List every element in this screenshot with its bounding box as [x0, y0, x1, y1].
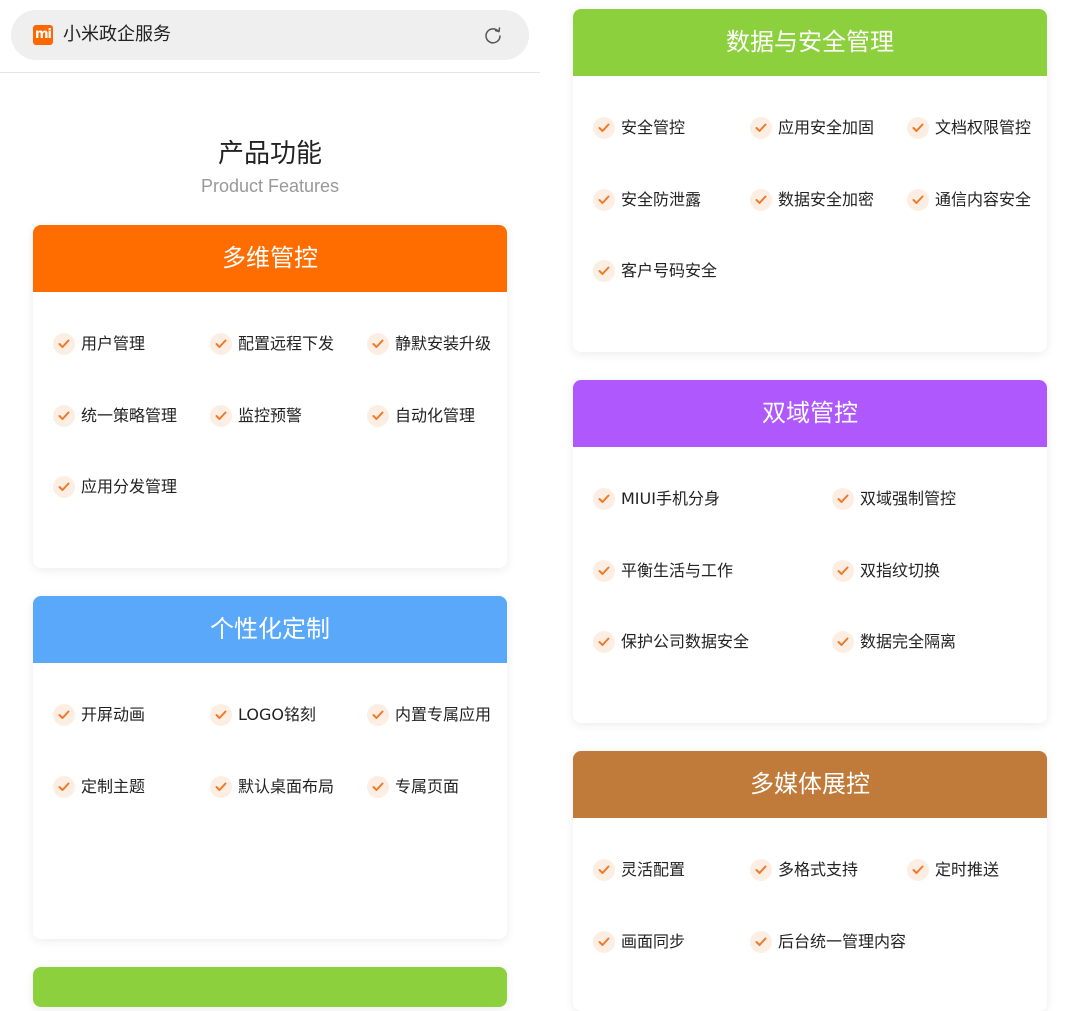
- feature-label: 后台统一管理内容: [778, 931, 907, 951]
- checkmark-icon: [210, 704, 232, 726]
- checkmark-icon: [750, 859, 772, 881]
- checkmark-icon: [53, 775, 75, 798]
- reload-icon[interactable]: [483, 25, 503, 45]
- checkmark-icon: [593, 559, 615, 582]
- checkmark-icon: [832, 631, 854, 653]
- feature-label: 定时推送: [935, 860, 1000, 879]
- checkmark-icon: [907, 188, 929, 211]
- checkmark-icon: [53, 333, 75, 355]
- feature-label: 数据安全加密: [778, 189, 875, 209]
- checkmark-icon: [53, 476, 75, 498]
- feature-label: 多格式支持: [778, 860, 859, 879]
- feature-label: 用户管理: [81, 334, 146, 353]
- checkmark-icon: [210, 404, 232, 427]
- checkmark-icon: [593, 930, 615, 953]
- right-phone-view: 数据与安全管理 安全管控 应用安全加固 文档权限管控安全防泄露 数据安全加密 通信内容安…: [540, 0, 1080, 1011]
- feature-card: 个性化定制 开屏动画 LOGO铭刻 内置专属应用定制主题 默认桌面布局 专属页面: [33, 596, 507, 939]
- feature-label: 定制主题: [81, 776, 146, 796]
- feature-label: 自动化管理: [395, 405, 476, 425]
- site-title: 小米政企服务: [63, 24, 171, 45]
- feature-label: 静默安装升级: [395, 334, 492, 353]
- left-phone-view: mi 小米政企服务 产品功能 Product Features 多维管控 用户管…: [0, 0, 540, 1007]
- feature-label: 配置远程下发: [238, 334, 335, 353]
- feature-label: 安全防泄露: [621, 189, 702, 209]
- feature-label: MIUI手机分身: [621, 489, 720, 508]
- feature-label: LOGO铭刻: [238, 705, 316, 724]
- checkmark-icon: [750, 117, 772, 139]
- feature-label: 客户号码安全: [621, 261, 718, 280]
- checkmark-icon: [593, 188, 615, 211]
- checkmark-icon: [593, 117, 615, 139]
- checkmark-icon: [750, 188, 772, 211]
- feature-label: 数据完全隔离: [860, 632, 957, 651]
- card-header: 多维管控: [33, 225, 507, 292]
- checkmark-icon: [367, 775, 389, 798]
- card-header: 多媒体展控: [573, 751, 1047, 818]
- checkmark-icon: [907, 859, 929, 881]
- feature-label: 保护公司数据安全: [621, 632, 750, 651]
- card-header: 数据与安全管理: [573, 9, 1047, 76]
- checkmark-icon: [832, 488, 854, 510]
- feature-card: 数据与安全管理 安全管控 应用安全加固 文档权限管控安全防泄露 数据安全加密 通信内容安…: [573, 9, 1047, 352]
- feature-card: 多媒体展控 灵活配置 多格式支持 定时推送画面同步 后台统一管理内容: [573, 751, 1047, 1011]
- header-divider: [0, 72, 540, 73]
- browser-address-bar[interactable]: mi 小米政企服务: [11, 10, 529, 60]
- card-header: 个性化定制: [33, 596, 507, 663]
- feature-label: 应用分发管理: [81, 477, 178, 496]
- checkmark-icon: [53, 404, 75, 427]
- checkmark-icon: [593, 631, 615, 653]
- feature-label: 专属页面: [395, 776, 460, 796]
- feature-label: 安全管控: [621, 118, 686, 137]
- checkmark-icon: [593, 260, 615, 282]
- feature-label: 双域强制管控: [860, 489, 957, 508]
- checkmark-icon: [210, 333, 232, 355]
- feature-label: 灵活配置: [621, 860, 686, 879]
- feature-card: 多维管控 用户管理 配置远程下发 静默安装升级统一策略管理 监控预警 自动化管理应用分发…: [33, 225, 507, 568]
- checkmark-icon: [367, 333, 389, 355]
- feature-label: 应用安全加固: [778, 118, 875, 137]
- checkmark-icon: [53, 704, 75, 726]
- feature-label: 平衡生活与工作: [621, 560, 734, 580]
- checkmark-icon: [750, 930, 772, 953]
- mi-logo-icon: mi: [33, 25, 53, 45]
- feature-card: 双域管控 MIUI手机分身 双域强制管控平衡生活与工作 双指纹切换保护公司数据安全 数…: [573, 380, 1047, 723]
- feature-label: 默认桌面布局: [238, 776, 335, 796]
- feature-card-partial: [33, 967, 507, 1007]
- section-title: 产品功能: [217, 139, 322, 169]
- checkmark-icon: [210, 775, 232, 798]
- checkmark-icon: [593, 859, 615, 881]
- card-header: [33, 967, 507, 1007]
- feature-label: 双指纹切换: [860, 560, 941, 580]
- card-header: 双域管控: [573, 380, 1047, 447]
- feature-label: 文档权限管控: [935, 118, 1032, 137]
- feature-label: 内置专属应用: [395, 705, 492, 724]
- section-subtitle: Product Features: [200, 176, 340, 196]
- checkmark-icon: [593, 488, 615, 510]
- checkmark-icon: [907, 117, 929, 139]
- checkmark-icon: [367, 404, 389, 427]
- feature-label: 监控预警: [238, 405, 303, 425]
- feature-label: 开屏动画: [81, 705, 146, 724]
- checkmark-icon: [367, 704, 389, 726]
- feature-label: 通信内容安全: [935, 189, 1032, 209]
- feature-label: 统一策略管理: [81, 405, 178, 425]
- checkmark-icon: [832, 559, 854, 582]
- feature-label: 画面同步: [621, 931, 686, 951]
